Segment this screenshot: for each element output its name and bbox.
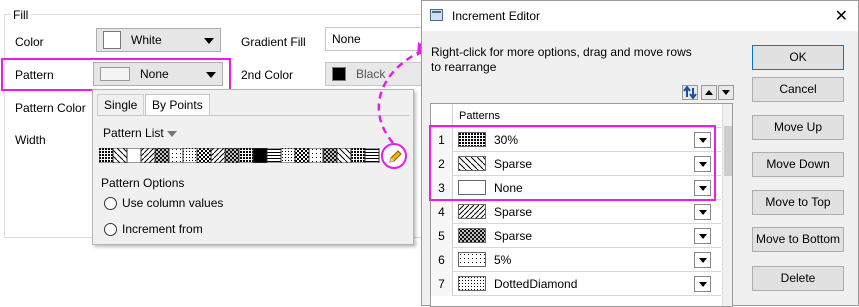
dialog-titlebar[interactable]: Increment Editor ✕: [422, 1, 858, 31]
vertical-scrollbar[interactable]: [722, 104, 732, 306]
scroll-up-button[interactable]: [701, 85, 717, 100]
row-dropdown-button[interactable]: [694, 252, 711, 268]
row-number: 5: [431, 224, 453, 248]
tab-single[interactable]: Single: [97, 94, 145, 116]
pattern-options-label: Pattern Options: [101, 176, 185, 190]
dialog-title: Increment Editor: [452, 9, 541, 23]
pattern-label: Pattern: [15, 68, 54, 82]
row-dropdown-button[interactable]: [694, 228, 711, 244]
fill-group-title: Fill: [11, 8, 31, 22]
pattern-preview-dots: [458, 252, 486, 267]
triangle-down-icon: [722, 90, 730, 95]
row-dropdown-button[interactable]: [694, 204, 711, 220]
color-value: White: [131, 33, 162, 47]
pattern-preview-cross: [458, 228, 486, 243]
table-row[interactable]: 7 DottedDiamond: [431, 272, 721, 296]
pattern-name: 5%: [494, 253, 512, 267]
increment-from-option[interactable]: Increment from: [104, 222, 203, 236]
use-column-values-option[interactable]: Use column values: [104, 196, 223, 210]
pattern-swatches[interactable]: [99, 148, 381, 163]
pattern-name: Sparse: [494, 205, 533, 219]
radio-icon[interactable]: [104, 196, 117, 210]
row-dropdown-button[interactable]: [694, 276, 711, 292]
table-row[interactable]: 4 Sparse: [431, 200, 721, 224]
patterns-column-header: Patterns: [459, 110, 500, 122]
caret-down-icon[interactable]: [167, 131, 177, 137]
sort-icon: [683, 85, 697, 100]
pattern-combo[interactable]: None: [93, 62, 223, 86]
use-column-values-label: Use column values: [122, 196, 224, 210]
gradient-fill-combo[interactable]: None: [325, 27, 425, 51]
color-label: Color: [15, 35, 44, 49]
pattern-name: Sparse: [494, 229, 533, 243]
dialog-hint: Right-click for more options, drag and m…: [431, 45, 692, 74]
second-color-combo[interactable]: Black: [325, 62, 425, 86]
table-row[interactable]: 6 5%: [431, 248, 721, 272]
chevron-down-icon: [206, 72, 216, 78]
color-combo[interactable]: White: [96, 28, 221, 52]
triangle-up-icon: [705, 90, 713, 95]
move-to-bottom-button[interactable]: Move to Bottom: [752, 227, 844, 252]
move-down-button[interactable]: Move Down: [752, 152, 844, 177]
row-number: 4: [431, 200, 453, 224]
pattern-list-strip[interactable]: [99, 148, 381, 163]
row-number: 7: [431, 272, 453, 296]
move-up-button[interactable]: Move Up: [752, 115, 844, 140]
second-color-label: 2nd Color: [241, 68, 294, 82]
cancel-button[interactable]: Cancel: [752, 77, 844, 102]
second-color-swatch: [332, 67, 346, 81]
pattern-preview: [100, 67, 130, 81]
pattern-preview-diamond: [458, 276, 486, 291]
pattern-color-label: Pattern Color: [15, 101, 86, 115]
sort-button[interactable]: [682, 85, 698, 100]
increment-from-label: Increment from: [122, 222, 203, 236]
pattern-list-label: Pattern List: [103, 126, 164, 140]
pencil-icon: [389, 150, 402, 163]
pattern-value: None: [140, 67, 169, 81]
delete-button[interactable]: Delete: [752, 266, 844, 291]
tab-by-points[interactable]: By Points: [145, 94, 210, 116]
second-color-value: Black: [356, 67, 386, 81]
color-swatch: [103, 31, 121, 49]
gradient-fill-value: None: [332, 32, 361, 46]
row-number: 6: [431, 248, 453, 272]
scrollbar-thumb[interactable]: [724, 126, 732, 176]
table-row[interactable]: 5 Sparse: [431, 224, 721, 248]
edit-increment-button[interactable]: [381, 143, 407, 169]
selected-rows-highlight: [429, 125, 716, 201]
ok-button[interactable]: OK: [752, 45, 844, 70]
pattern-preview-slash: [458, 204, 486, 219]
pattern-name: DottedDiamond: [494, 277, 578, 291]
move-to-top-button[interactable]: Move to Top: [752, 190, 844, 215]
close-icon[interactable]: ✕: [835, 6, 848, 26]
tab-divider: [97, 115, 409, 116]
pattern-dropdown-popup: Single By Points Pattern List Pattern Op…: [92, 89, 414, 245]
gradient-fill-label: Gradient Fill: [241, 35, 306, 49]
chevron-down-icon: [204, 38, 214, 44]
scroll-down-button[interactable]: [718, 85, 734, 100]
app-icon: [430, 9, 443, 21]
radio-icon[interactable]: [104, 222, 117, 236]
width-label: Width: [15, 133, 46, 147]
